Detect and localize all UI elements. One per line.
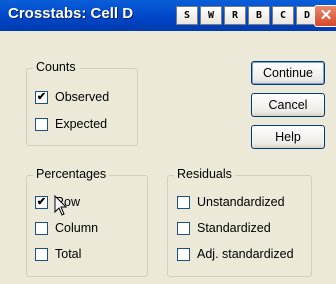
observed-label[interactable]: Observed [55,90,109,104]
continue-button[interactable]: Continue [251,61,325,85]
mouse-pointer-icon [54,195,68,216]
counts-legend: Counts [33,60,79,74]
column-label[interactable]: Column [55,221,98,235]
unstandardized-label[interactable]: Unstandardized [197,195,285,209]
observed-checkbox[interactable]: ✔ [35,91,48,104]
cancel-button[interactable]: Cancel [251,93,325,117]
standardized-checkbox[interactable] [177,222,190,235]
row-checkbox[interactable]: ✔ [35,196,48,209]
title-button-b[interactable]: B [248,6,270,25]
counts-group: Counts [26,60,138,146]
adj-standardized-checkbox[interactable] [177,248,190,261]
check-icon: ✔ [36,196,47,208]
total-checkbox[interactable] [35,248,48,261]
percentages-legend: Percentages [33,167,110,181]
close-button[interactable]: ✕ [314,5,336,27]
help-button[interactable]: Help [251,125,325,149]
title-bar: Crosstabs: Cell D S W R B C D ✕ [0,0,336,31]
check-icon: ✔ [36,91,47,103]
column-checkbox[interactable] [35,222,48,235]
close-icon: ✕ [319,7,333,24]
title-button-w[interactable]: W [200,6,222,25]
title-button-c[interactable]: C [272,6,294,25]
title-button-s[interactable]: S [176,6,198,25]
expected-label[interactable]: Expected [55,117,107,131]
total-label[interactable]: Total [55,247,81,261]
adj-standardized-label[interactable]: Adj. standardized [197,247,294,261]
residuals-legend: Residuals [174,167,235,181]
window-title: Crosstabs: Cell D [8,5,134,22]
title-button-r[interactable]: R [224,6,246,25]
expected-checkbox[interactable] [35,118,48,131]
unstandardized-checkbox[interactable] [177,196,190,209]
standardized-label[interactable]: Standardized [197,221,271,235]
